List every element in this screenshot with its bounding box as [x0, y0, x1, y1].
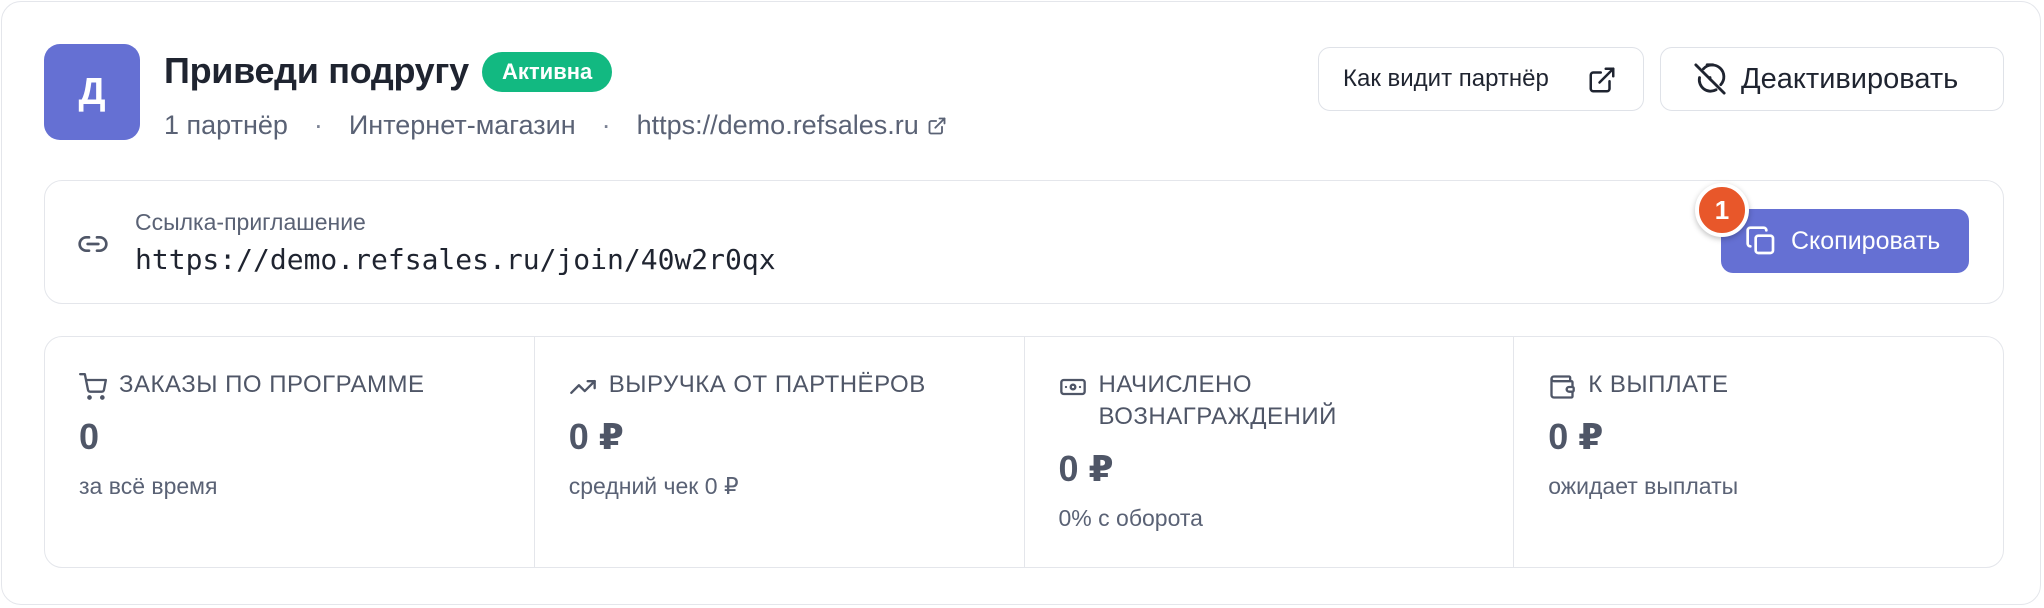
external-link-icon[interactable] — [927, 116, 947, 136]
wallet-icon — [1548, 369, 1578, 401]
stat-title: Заказы по программе — [119, 371, 425, 398]
program-title: Приведи подругу — [164, 50, 469, 91]
stat-value: 0 ₽ — [568, 416, 624, 457]
banknote-icon — [1059, 369, 1089, 401]
stat-value: 0 ₽ — [1058, 448, 1114, 489]
stat-revenue: Выручка от партнёров 0 ₽ средний чек 0 ₽ — [535, 337, 1025, 567]
invite-label: Ссылка-приглашение — [135, 209, 366, 235]
deactivate-label: Деактивировать — [1741, 62, 1959, 95]
link-icon — [77, 228, 109, 265]
deactivate-button[interactable]: Деактивировать — [1660, 47, 2004, 111]
stat-title: К выплате — [1588, 371, 1729, 398]
invite-url: https://demo.refsales.ru/join/40w2r0qx — [135, 243, 776, 276]
stat-orders: Заказы по программе 0 за всё время — [45, 337, 535, 567]
stat-sub: средний чек 0 ₽ — [568, 473, 739, 499]
stats-panel: Заказы по программе 0 за всё время Выруч… — [44, 336, 2004, 568]
stat-payout: К выплате 0 ₽ ожидает выплаты — [1514, 337, 2003, 567]
external-link-icon — [1587, 65, 1617, 102]
stat-sub: 0% с оборота — [1058, 505, 1203, 531]
copy-icon — [1745, 225, 1777, 257]
partner-view-button[interactable]: Как видит партнёр — [1318, 47, 1644, 111]
program-avatar: Д — [44, 44, 140, 140]
program-card: Д Приведи подругу Активна 1 партнёр · Ин… — [1, 1, 2041, 605]
meta-separator: · — [601, 110, 611, 140]
partner-view-label: Как видит партнёр — [1343, 65, 1549, 92]
partners-count: 1 партнёр — [164, 110, 288, 140]
status-badge: Активна — [482, 52, 613, 92]
stat-sub: ожидает выплаты — [1548, 473, 1739, 499]
timer-off-icon — [1693, 62, 1727, 96]
avatar-letter: Д — [78, 70, 106, 113]
copy-button[interactable]: Скопировать — [1721, 209, 1969, 273]
stat-value: 0 ₽ — [1548, 416, 1604, 457]
stat-rewards: Начислено вознаграждений 0 ₽ 0% с оборот… — [1025, 337, 1515, 567]
site-link[interactable]: https://demo.refsales.ru — [637, 110, 919, 141]
stat-sub: за всё время — [79, 473, 218, 499]
stat-value: 0 — [79, 416, 100, 457]
cart-icon — [79, 369, 109, 401]
stat-title: Начислено вознаграждений — [1098, 371, 1337, 430]
program-meta: 1 партнёр · Интернет-магазин · https://d… — [164, 110, 947, 141]
copy-label: Скопировать — [1791, 226, 1941, 255]
stat-title: Выручка от партнёров — [608, 371, 926, 398]
step-marker: 1 — [1695, 183, 1749, 237]
meta-separator: · — [313, 110, 323, 140]
trend-up-icon — [569, 369, 599, 401]
program-category: Интернет-магазин — [348, 110, 576, 140]
